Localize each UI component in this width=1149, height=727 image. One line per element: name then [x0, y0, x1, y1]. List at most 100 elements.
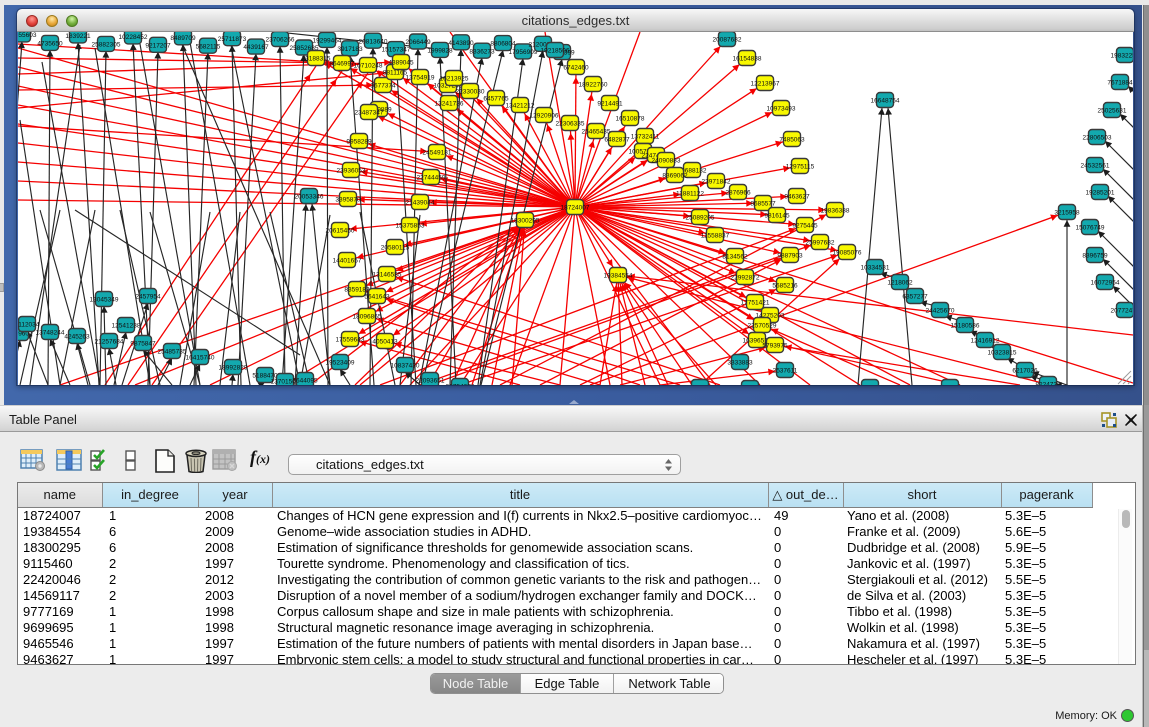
svg-text:15375853: 15375853 — [396, 223, 425, 230]
svg-text:2066449: 2066449 — [405, 39, 431, 46]
svg-text:4735650: 4735650 — [37, 41, 63, 48]
svg-text:1218062: 1218062 — [887, 280, 913, 287]
svg-text:8224730: 8224730 — [1035, 382, 1061, 385]
svg-text:22570529: 22570529 — [748, 323, 777, 330]
svg-text:15076749: 15076749 — [1076, 225, 1105, 232]
svg-text:19085076: 19085076 — [833, 250, 862, 257]
svg-text:25997682: 25997682 — [806, 240, 835, 247]
svg-text:23188315: 23188315 — [302, 56, 331, 63]
svg-text:18096865: 18096865 — [353, 314, 382, 321]
svg-text:18300295: 18300295 — [511, 218, 540, 225]
svg-text:7485063: 7485063 — [779, 137, 805, 144]
svg-text:22455603: 22455603 — [18, 32, 37, 39]
svg-text:6482877: 6482877 — [604, 137, 630, 144]
svg-text:24425670: 24425670 — [926, 308, 955, 315]
svg-text:19218506: 19218506 — [541, 48, 570, 55]
svg-text:4112034: 4112034 — [18, 322, 40, 329]
svg-text:24532561: 24532561 — [1081, 163, 1110, 170]
svg-text:18992829: 18992829 — [219, 365, 248, 372]
svg-text:8646997: 8646997 — [329, 61, 355, 68]
svg-text:13754919: 13754919 — [406, 75, 435, 82]
svg-text:9214491: 9214491 — [597, 101, 623, 108]
svg-text:8811165: 8811165 — [383, 70, 408, 77]
svg-text:24549181: 24549181 — [423, 150, 452, 157]
svg-text:21257684: 21257684 — [95, 339, 124, 346]
svg-text:14401657: 14401657 — [333, 258, 362, 265]
svg-text:20772475: 20772475 — [1111, 308, 1133, 315]
svg-text:12920906: 12920906 — [530, 113, 559, 120]
svg-text:21439044: 21439044 — [406, 200, 435, 207]
svg-text:13421212: 13421212 — [506, 103, 535, 110]
svg-text:9875847: 9875847 — [130, 341, 156, 348]
svg-text:16072954: 16072954 — [1091, 280, 1120, 287]
svg-text:9887903: 9887903 — [777, 253, 803, 260]
svg-text:8336273: 8336273 — [469, 48, 495, 55]
svg-text:24090883: 24090883 — [652, 158, 681, 165]
svg-text:8806804: 8806804 — [490, 41, 516, 48]
svg-text:10228452: 10228452 — [119, 34, 148, 41]
svg-text:18724007: 18724007 — [561, 205, 590, 212]
svg-text:5793975: 5793975 — [762, 343, 788, 350]
svg-text:1999828: 1999828 — [427, 48, 453, 55]
svg-text:9217207: 9217207 — [145, 42, 171, 49]
svg-text:15157347: 15157347 — [382, 47, 411, 54]
svg-text:13045349: 13045349 — [90, 297, 119, 304]
svg-text:19836388: 19836388 — [821, 208, 850, 215]
svg-text:25882305: 25882305 — [92, 42, 121, 49]
svg-text:5682115: 5682115 — [196, 43, 221, 50]
svg-text:3333883: 3333883 — [727, 360, 753, 367]
svg-text:8359183: 8359183 — [344, 287, 370, 294]
svg-text:22992872: 22992872 — [731, 275, 760, 282]
svg-text:9816145: 9816145 — [764, 213, 790, 220]
svg-text:17956909: 17956909 — [509, 49, 538, 56]
svg-text:22093651: 22093651 — [416, 378, 445, 385]
svg-text:16648754: 16648754 — [871, 98, 900, 105]
svg-text:19285201: 19285201 — [1086, 190, 1115, 197]
svg-text:16510878: 16510878 — [616, 116, 645, 123]
svg-text:25485735: 25485735 — [158, 349, 187, 356]
svg-text:4050413: 4050413 — [372, 339, 398, 346]
svg-text:16154838: 16154838 — [733, 56, 762, 63]
svg-text:2876966: 2876966 — [725, 190, 751, 197]
svg-text:8489709: 8489709 — [170, 35, 196, 42]
svg-text:12416912: 12416912 — [971, 338, 1000, 345]
svg-text:25465435: 25465435 — [582, 129, 611, 136]
svg-text:10710248: 10710248 — [354, 63, 383, 70]
svg-text:11558837: 11558837 — [701, 233, 730, 240]
svg-text:12213967: 12213967 — [751, 81, 780, 88]
svg-text:9463627: 9463627 — [784, 194, 810, 201]
svg-text:18922760: 18922760 — [579, 82, 608, 89]
svg-text:8685577: 8685577 — [750, 201, 776, 208]
svg-text:11881122: 11881122 — [676, 191, 704, 198]
svg-text:4245263: 4245263 — [64, 334, 90, 341]
svg-text:19523409: 19523409 — [326, 360, 355, 367]
svg-text:22306335: 22306335 — [556, 121, 585, 128]
svg-text:4389045: 4389045 — [388, 60, 414, 67]
svg-text:20053346: 20053346 — [295, 194, 324, 201]
svg-text:3917183: 3917183 — [337, 46, 363, 53]
svg-text:10323815: 10323815 — [988, 350, 1017, 357]
svg-text:17559643: 17559643 — [336, 337, 365, 344]
svg-text:4143890: 4143890 — [448, 40, 474, 47]
svg-text:12541238: 12541238 — [112, 323, 141, 330]
svg-text:15180586: 15180586 — [951, 323, 980, 330]
svg-text:19832259: 19832259 — [1111, 53, 1133, 60]
svg-text:6457765: 6457765 — [483, 96, 509, 103]
svg-text:9275445: 9275445 — [792, 223, 818, 230]
svg-text:10334531: 10334531 — [861, 265, 890, 272]
svg-text:4439167: 4439167 — [243, 44, 269, 51]
svg-text:6357277: 6357277 — [902, 294, 928, 301]
svg-text:19384554: 19384554 — [604, 273, 633, 280]
svg-text:8134562: 8134562 — [722, 254, 748, 261]
svg-text:2537611: 2537611 — [773, 368, 798, 375]
svg-text:2457954: 2457954 — [135, 294, 161, 301]
svg-text:7671884: 7671884 — [1107, 80, 1133, 87]
svg-text:5685216: 5685216 — [772, 283, 798, 290]
svg-text:23487347: 23487347 — [355, 110, 384, 117]
svg-text:20087682: 20087682 — [713, 37, 742, 44]
svg-text:10837430: 10837430 — [391, 363, 420, 370]
svg-text:25025631: 25025631 — [1098, 108, 1127, 115]
svg-text:10973493: 10973493 — [767, 106, 796, 113]
svg-text:3215958: 3215958 — [1054, 210, 1080, 217]
svg-text:20813640: 20813640 — [359, 38, 388, 45]
